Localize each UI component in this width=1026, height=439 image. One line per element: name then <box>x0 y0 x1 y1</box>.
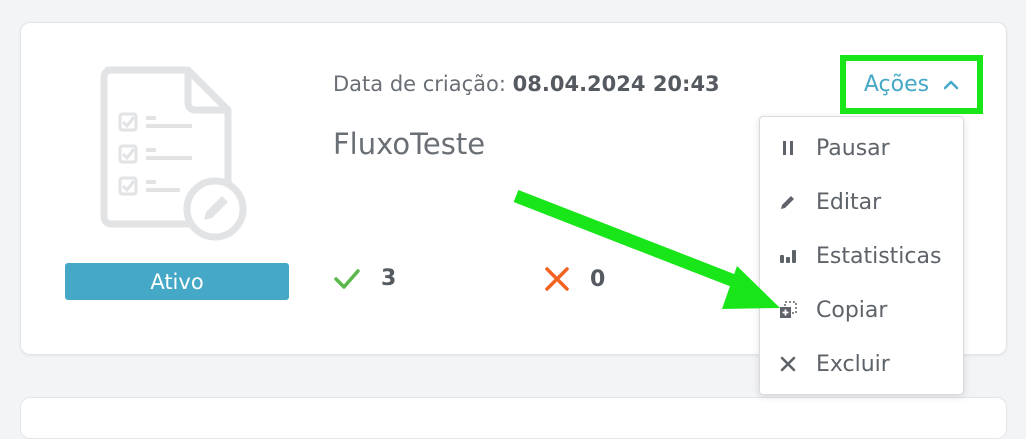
menu-item-pause[interactable]: Pausar <box>760 121 963 175</box>
menu-item-copy[interactable]: Copiar <box>760 283 963 337</box>
menu-item-label: Excluir <box>816 351 890 377</box>
actions-label: Ações <box>863 72 930 97</box>
check-icon <box>334 268 360 289</box>
next-flow-card <box>20 397 1007 439</box>
menu-item-label: Editar <box>816 189 882 215</box>
pause-icon <box>778 138 798 158</box>
menu-item-statistics[interactable]: Estatisticas <box>760 229 963 283</box>
creation-date-value: 08.04.2024 20:43 <box>512 72 720 96</box>
checklist-document-icon <box>100 66 247 241</box>
error-stat: 0 <box>544 266 605 292</box>
creation-date-label: Data de criação: <box>333 72 506 96</box>
creation-date: Data de criação: 08.04.2024 20:43 <box>333 72 720 96</box>
status-badge: Ativo <box>65 263 289 300</box>
chevron-up-icon <box>943 80 959 90</box>
success-count: 3 <box>381 266 397 291</box>
flow-name: FluxoTeste <box>333 127 486 161</box>
actions-dropdown-button[interactable]: Ações <box>840 55 983 114</box>
copy-icon <box>778 300 798 320</box>
pencil-icon <box>778 192 798 212</box>
menu-item-delete[interactable]: Excluir <box>760 337 963 391</box>
menu-item-edit[interactable]: Editar <box>760 175 963 229</box>
actions-menu: Pausar Editar Estatisticas Copiar Exclui… <box>759 116 964 395</box>
success-stat: 3 <box>333 266 396 291</box>
x-icon <box>545 267 569 291</box>
error-count: 0 <box>590 266 606 292</box>
menu-item-label: Pausar <box>816 135 890 161</box>
bar-chart-icon <box>778 246 798 266</box>
menu-item-label: Copiar <box>816 297 888 323</box>
menu-item-label: Estatisticas <box>816 243 942 269</box>
close-icon <box>778 354 798 374</box>
